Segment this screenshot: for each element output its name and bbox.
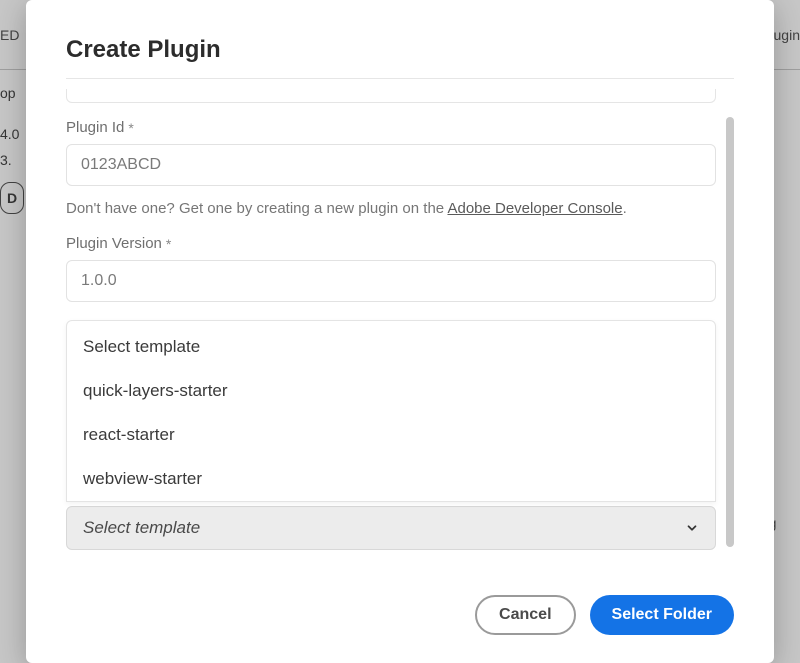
plugin-version-label: Plugin Version * — [66, 235, 716, 252]
select-folder-button[interactable]: Select Folder — [590, 595, 734, 635]
modal-scrollbar[interactable] — [726, 117, 734, 547]
plugin-id-helper: Don't have one? Get one by creating a ne… — [66, 200, 716, 217]
template-select-value: Select template — [83, 518, 200, 538]
required-mark: * — [166, 236, 171, 252]
divider — [66, 78, 734, 79]
modal-title: Create Plugin — [66, 36, 734, 64]
create-plugin-modal: Create Plugin Plugin Id * Don't have one… — [26, 0, 774, 663]
plugin-version-input[interactable] — [66, 260, 716, 302]
chevron-down-icon — [685, 521, 699, 535]
template-option[interactable]: react-starter — [67, 413, 715, 457]
template-option[interactable]: webview-starter — [67, 457, 715, 501]
plugin-version-group: Plugin Version * — [66, 235, 716, 302]
plugin-id-input[interactable] — [66, 144, 716, 186]
plugin-id-label: Plugin Id * — [66, 119, 716, 136]
cancel-button[interactable]: Cancel — [475, 595, 575, 635]
modal-footer: Cancel Select Folder — [66, 567, 734, 635]
template-group: Select template quick-layers-starter rea… — [66, 320, 716, 550]
developer-console-link[interactable]: Adobe Developer Console — [447, 200, 622, 217]
template-dropdown-panel: Select template quick-layers-starter rea… — [66, 320, 716, 502]
template-option[interactable]: Select template — [67, 321, 715, 369]
previous-field-stub — [66, 89, 716, 103]
template-select[interactable]: Select template — [66, 506, 716, 550]
plugin-id-group: Plugin Id * Don't have one? Get one by c… — [66, 119, 716, 217]
template-option[interactable]: quick-layers-starter — [67, 369, 715, 413]
modal-scroll-area: Plugin Id * Don't have one? Get one by c… — [66, 89, 734, 567]
required-mark: * — [128, 120, 133, 136]
